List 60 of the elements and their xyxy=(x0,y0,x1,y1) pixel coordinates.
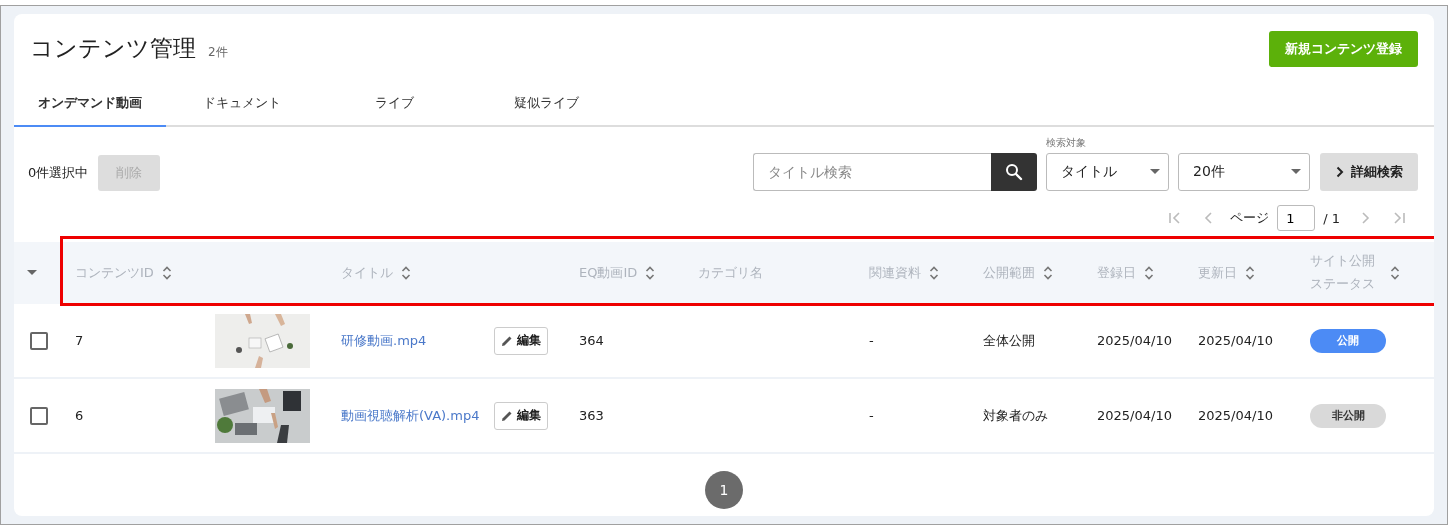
table-cell: 2025/04/10 xyxy=(1097,408,1172,423)
sort-icon[interactable] xyxy=(1144,265,1154,281)
table-cell: 2025/04/10 xyxy=(1198,333,1273,348)
sort-icon[interactable] xyxy=(929,265,939,281)
status-badge: 非公開 xyxy=(1310,403,1386,428)
sort-icon[interactable] xyxy=(161,265,172,281)
item-count: 2件 xyxy=(208,43,228,61)
table-cell: - xyxy=(869,333,874,348)
table-cell: - xyxy=(869,408,874,423)
search-field[interactable]: タイトル検索 xyxy=(753,153,991,191)
chevron-right-icon xyxy=(1335,166,1344,178)
edit-button[interactable]: 編集 xyxy=(494,326,548,355)
table-cell: 364 xyxy=(579,333,604,348)
title-link[interactable]: 動画視聴解析(VA).mp4 xyxy=(341,406,480,425)
sort-icon[interactable] xyxy=(1245,265,1255,281)
search-icon xyxy=(1005,163,1023,181)
table-cell: 全体公開 xyxy=(983,331,1035,350)
tab[interactable]: オンデマンド動画 xyxy=(14,81,166,127)
tab[interactable]: ライブ xyxy=(318,81,470,127)
page-button[interactable]: 1 xyxy=(705,471,743,509)
table-cell: 対象者のみ xyxy=(983,406,1048,425)
column-header: 登録日 xyxy=(1097,263,1136,282)
table-cell: 2025/04/10 xyxy=(1097,333,1172,348)
table-cell: 363 xyxy=(579,408,604,423)
column-header: 更新日 xyxy=(1198,263,1237,282)
table-cell: 7 xyxy=(75,333,84,348)
tab[interactable]: 疑似ライブ xyxy=(470,81,622,127)
selection-count: 0件選択中 xyxy=(28,164,89,182)
pencil-icon xyxy=(501,409,513,422)
sort-icon[interactable] xyxy=(401,265,411,281)
search-button[interactable] xyxy=(991,153,1037,191)
dropdown-icon xyxy=(1150,169,1160,175)
column-header: EQ動画ID xyxy=(579,263,638,282)
page-total: / 1 xyxy=(1323,210,1340,226)
column-header: タイトル xyxy=(341,263,393,282)
page-number-field[interactable]: 1 xyxy=(1277,205,1316,231)
sort-icon[interactable] xyxy=(1390,265,1400,281)
advanced-search-button[interactable]: 詳細検索 xyxy=(1320,153,1418,191)
status-badge: 公開 xyxy=(1310,328,1386,353)
column-header: カテゴリ名 xyxy=(698,263,763,282)
sort-icon[interactable] xyxy=(1043,265,1053,281)
column-header: 関連資料 xyxy=(869,263,921,282)
edit-button[interactable]: 編集 xyxy=(494,401,548,430)
checkbox[interactable] xyxy=(30,331,48,350)
checkbox[interactable] xyxy=(30,406,48,425)
tab[interactable]: ドキュメント xyxy=(166,81,318,127)
column-header: 公開範囲 xyxy=(983,263,1035,282)
page-title: コンテンツ管理 xyxy=(30,33,196,63)
page-size-select[interactable]: 20件 xyxy=(1178,153,1310,191)
pencil-icon xyxy=(501,334,513,347)
page-label: ページ xyxy=(1230,209,1270,227)
dropdown-icon xyxy=(1291,169,1301,175)
select-all-dropdown-icon[interactable] xyxy=(27,270,37,276)
column-header: コンテンツID xyxy=(75,263,154,282)
table-cell: 6 xyxy=(75,408,84,423)
table-cell: 2025/04/10 xyxy=(1198,408,1273,423)
sort-icon[interactable] xyxy=(645,265,656,281)
title-link[interactable]: 研修動画.mp4 xyxy=(341,331,427,350)
search-target-select[interactable]: タイトル xyxy=(1046,153,1169,191)
field-label: 検索対象 xyxy=(1046,136,1087,150)
